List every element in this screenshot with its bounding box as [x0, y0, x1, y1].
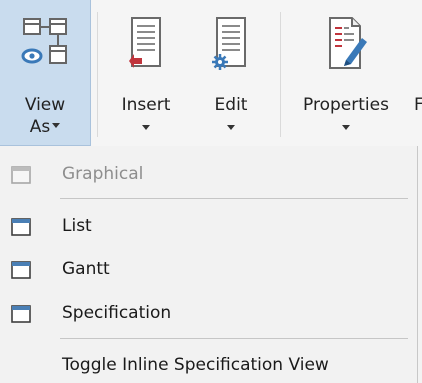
properties-document-icon — [329, 17, 367, 69]
menu-item-label: List — [62, 216, 92, 236]
chevron-down-icon — [52, 122, 61, 128]
ribbon-separator — [97, 12, 98, 137]
truncated-ribbon-label: F — [414, 95, 422, 115]
ribbon-toolbar: View As Insert Edit Properties F — [0, 0, 422, 150]
view-as-label-line1: View — [24, 95, 66, 115]
insert-label: Insert — [121, 95, 171, 115]
ribbon-separator — [280, 12, 281, 137]
app-root: View As Insert Edit Properties F Graphic… — [0, 0, 422, 383]
view-as-label-line2: As — [29, 117, 51, 137]
menu-item-label: Gantt — [62, 259, 110, 279]
insert-document-icon — [129, 17, 161, 68]
menu-separator — [60, 198, 408, 199]
menu-item-label: Toggle Inline Specification View — [62, 355, 329, 375]
properties-button[interactable]: Properties — [290, 0, 402, 146]
menu-item-gantt[interactable]: Gantt — [0, 252, 416, 288]
window-icon — [11, 305, 31, 323]
chevron-down-icon — [227, 125, 235, 130]
view-as-button[interactable]: View As — [0, 0, 91, 146]
edit-button[interactable]: Edit — [196, 0, 266, 146]
window-icon — [11, 218, 31, 236]
chevron-down-icon — [342, 125, 350, 130]
menu-item-label: Specification — [62, 303, 172, 323]
properties-label: Properties — [303, 95, 389, 115]
menu-item-graphical[interactable]: Graphical — [0, 157, 416, 193]
edit-label: Edit — [214, 95, 248, 115]
menu-item-list[interactable]: List — [0, 209, 416, 245]
insert-button[interactable]: Insert — [106, 0, 186, 146]
chevron-down-icon — [142, 125, 150, 130]
menu-separator — [60, 338, 408, 339]
menu-item-label: Graphical — [62, 164, 144, 184]
window-icon — [11, 166, 31, 184]
menu-item-toggle-inline-specification-view[interactable]: Toggle Inline Specification View — [0, 348, 416, 383]
edit-document-icon — [212, 17, 246, 70]
view-as-dropdown-menu: Graphical List Gantt Specification Toggl… — [0, 146, 418, 383]
view-as-icon — [21, 18, 67, 64]
menu-item-specification[interactable]: Specification — [0, 296, 416, 332]
window-icon — [11, 261, 31, 279]
